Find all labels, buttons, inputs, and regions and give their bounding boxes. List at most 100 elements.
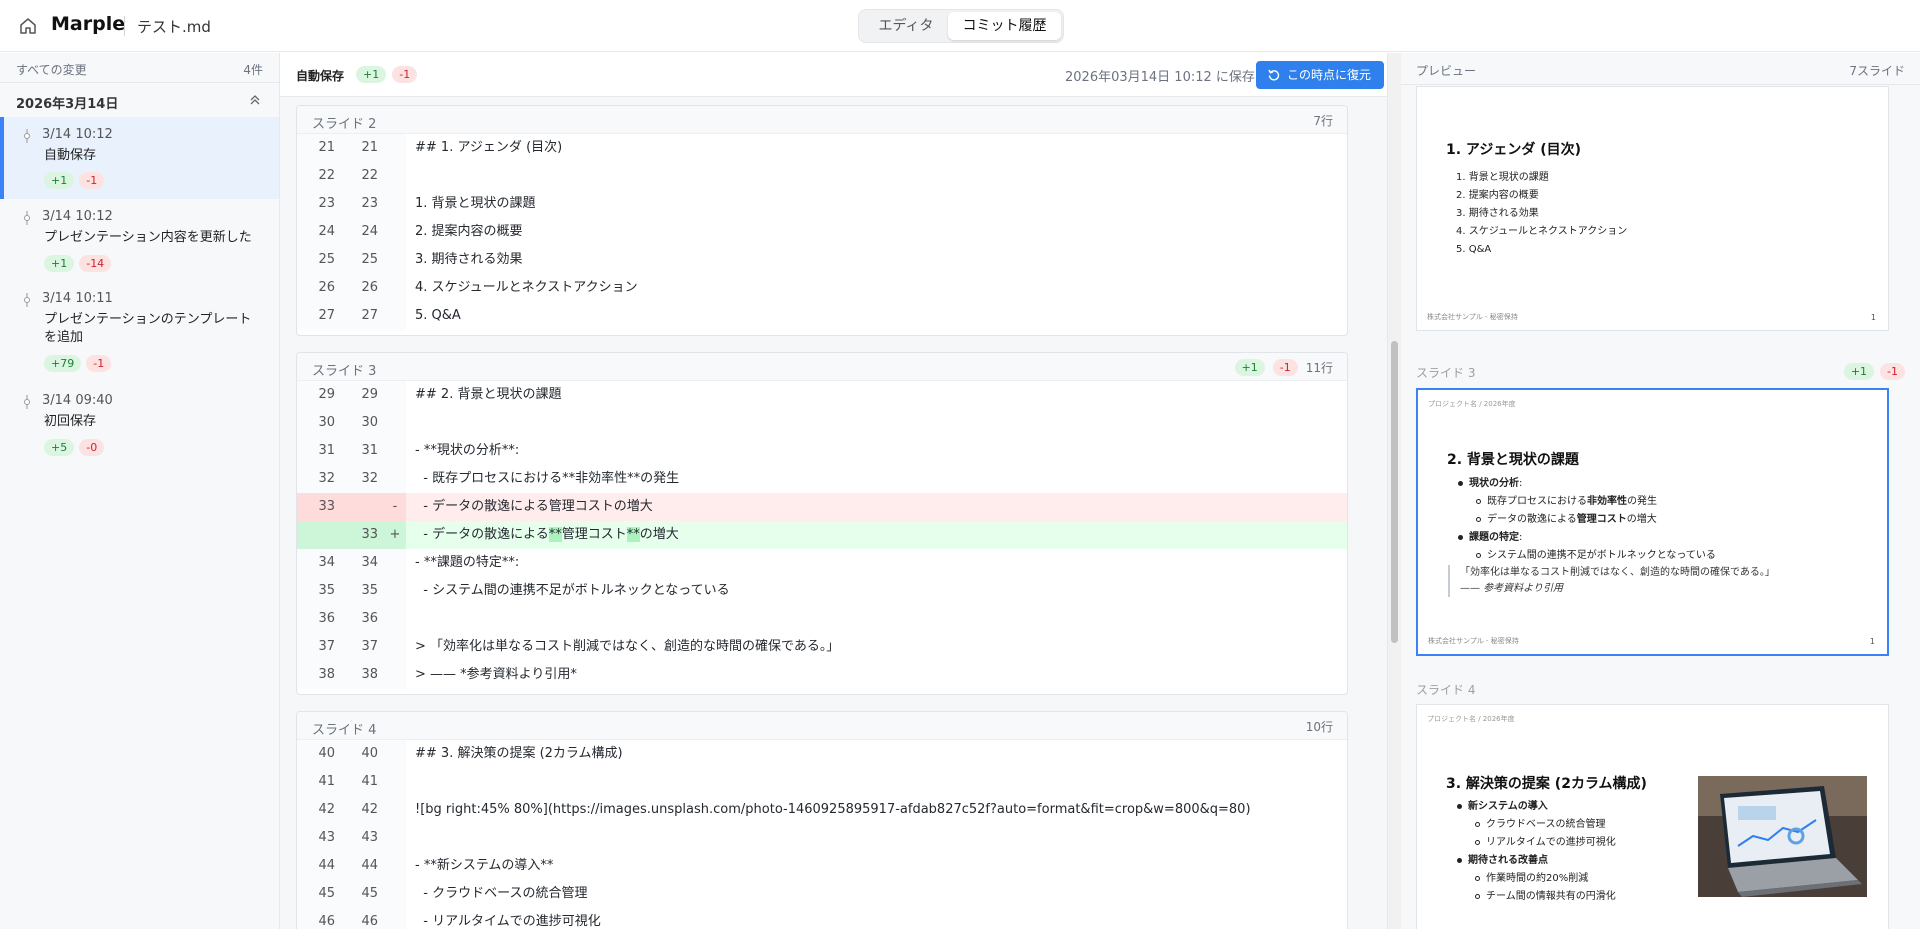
old-line-number: 30 bbox=[318, 415, 335, 430]
slide-list-item: 3. 期待される効果 bbox=[1456, 208, 1539, 219]
old-line-number: 25 bbox=[318, 252, 335, 267]
code-line: ## 2. 背景と現状の課題 bbox=[415, 387, 562, 402]
code-line: > 「効率化は単なるコスト削減ではなく、創造的な時間の確保である。」 bbox=[415, 639, 840, 654]
scrollbar-thumb[interactable] bbox=[1391, 341, 1398, 643]
line-gutter: 33 - bbox=[297, 493, 406, 521]
diff-line: 43 43 bbox=[297, 824, 1347, 852]
slide-count: 7スライド bbox=[1849, 64, 1905, 78]
bullet-circle bbox=[1475, 839, 1480, 845]
slide-bullet: 現状の分析: bbox=[1458, 475, 1716, 493]
slide-label: スライド 3 bbox=[1416, 366, 1476, 380]
commit-item[interactable]: 3/14 09:40 初回保存 +5 -0 bbox=[0, 383, 279, 465]
diff-line-added: 33 + - データの散逸による**管理コスト**の増大 bbox=[297, 521, 1347, 549]
diff-sign: - bbox=[392, 499, 398, 514]
old-line-number: 27 bbox=[318, 308, 335, 323]
diff-line: 37 37 > 「効率化は単なるコスト削減ではなく、創造的な時間の確保である。」 bbox=[297, 633, 1347, 661]
code-line: ## 3. 解決策の提案 (2カラム構成) bbox=[415, 746, 623, 761]
line-gutter: 30 30 bbox=[297, 409, 406, 437]
code-highlight: ** bbox=[626, 527, 640, 542]
bullet-bold: 現状の分析 bbox=[1469, 478, 1519, 489]
hunk-meta: 7行 bbox=[1313, 112, 1333, 129]
new-line-number: 37 bbox=[361, 639, 378, 654]
slide-list: 現状の分析: 既存プロセスにおける非効率性の発生 データの散逸による管理コストの… bbox=[1458, 475, 1716, 565]
date-group-header[interactable]: 2026年3月14日 bbox=[0, 84, 279, 116]
diff-line: 25 25 3. 期待される効果 bbox=[297, 246, 1347, 274]
diff-line: 29 29 ## 2. 背景と現状の課題 bbox=[297, 381, 1347, 409]
diff-line: 44 44 - **新システムの導入** bbox=[297, 852, 1347, 880]
line-gutter: 44 44 bbox=[297, 852, 406, 880]
new-line-number: 23 bbox=[361, 196, 378, 211]
code-highlight: ** bbox=[548, 527, 562, 542]
deletions-badge: -0 bbox=[79, 439, 105, 456]
hunk-meta: +1 -1 11行 bbox=[1234, 359, 1333, 376]
diff-scrollbar[interactable] bbox=[1387, 53, 1401, 929]
slide-sub-bullet: 作業時間の約20%削減 bbox=[1457, 870, 1616, 888]
additions-badge: +1 bbox=[1843, 363, 1875, 380]
slide-list-item: 2. 提案内容の概要 bbox=[1456, 190, 1539, 201]
hunk-line-count: 7行 bbox=[1313, 114, 1333, 128]
line-gutter: 36 36 bbox=[297, 605, 406, 633]
line-gutter: 46 46 bbox=[297, 908, 406, 929]
commit-item[interactable]: 3/14 10:12 プレゼンテーション内容を更新した +1 -14 bbox=[0, 199, 279, 281]
slide-preview-4[interactable]: プロジェクト名 / 2026年度 3. 解決策の提案 (2カラム構成) 新システ… bbox=[1416, 704, 1889, 929]
commit-time: 3/14 09:40 bbox=[42, 393, 113, 408]
line-gutter: 23 23 bbox=[297, 190, 406, 218]
new-line-number: 34 bbox=[361, 555, 378, 570]
commit-item[interactable]: 3/14 10:11 プレゼンテーションのテンプレートを追加 +79 -1 bbox=[0, 281, 279, 381]
code-line: 4. スケジュールとネクストアクション bbox=[415, 280, 638, 295]
code-line: 3. 期待される効果 bbox=[415, 252, 523, 267]
code-line: - データの散逸による**管理コスト**の増大 bbox=[415, 521, 679, 549]
bullet-dot bbox=[1458, 480, 1463, 486]
new-line-number: 26 bbox=[361, 280, 378, 295]
sidebar-header: すべての変更 4件 bbox=[0, 53, 279, 83]
new-line-number: 40 bbox=[361, 746, 378, 761]
new-line-number: 42 bbox=[361, 802, 378, 817]
chevron-up-icon[interactable] bbox=[249, 94, 261, 106]
commit-stats: +1 -14 bbox=[44, 255, 112, 272]
line-gutter: 45 45 bbox=[297, 880, 406, 908]
slide-sub-bullet: リアルタイムでの進捗可視化 bbox=[1457, 834, 1616, 852]
slide-bullet: 課題の特定: bbox=[1458, 529, 1716, 547]
bullet-bold: 非効率性 bbox=[1587, 496, 1627, 507]
line-gutter: 42 42 bbox=[297, 796, 406, 824]
commit-message: プレゼンテーション内容を更新した bbox=[44, 230, 252, 245]
diff-toolbar: 自動保存 +1 -1 2026年03月14日 10:12 に保存 この時点に復元 bbox=[280, 53, 1387, 97]
slide-image bbox=[1698, 776, 1867, 897]
commit-icon bbox=[24, 211, 30, 225]
bullet-text: システム間の連携不足がボトルネックとなっている bbox=[1487, 550, 1716, 561]
commit-message: プレゼンテーションのテンプレートを追加 bbox=[44, 312, 252, 345]
line-gutter: 33 + bbox=[297, 521, 406, 549]
home-icon[interactable] bbox=[18, 16, 38, 36]
old-line-number: 37 bbox=[318, 639, 335, 654]
code-line: - **現状の分析**: bbox=[415, 443, 520, 458]
old-line-number: 32 bbox=[318, 471, 335, 486]
deletions-badge: -14 bbox=[79, 255, 112, 272]
line-gutter: 26 26 bbox=[297, 274, 406, 302]
code-line: 2. 提案内容の概要 bbox=[415, 224, 523, 239]
hunk-header: スライド 2 7行 bbox=[297, 106, 1347, 134]
slide-page-number: 1 bbox=[1869, 637, 1875, 646]
restore-button[interactable]: この時点に復元 bbox=[1256, 61, 1384, 89]
diff-line: 40 40 ## 3. 解決策の提案 (2カラム構成) bbox=[297, 740, 1347, 768]
code-line: ![bg right:45% 80%](https://images.unspl… bbox=[415, 802, 1251, 817]
old-line-number: 33 bbox=[318, 499, 335, 514]
tab-editor[interactable]: エディタ bbox=[862, 12, 950, 40]
slide-sub-bullet: システム間の連携不足がボトルネックとなっている bbox=[1458, 547, 1716, 565]
line-gutter: 37 37 bbox=[297, 633, 406, 661]
commit-time: 3/14 10:11 bbox=[42, 291, 113, 306]
date-group-label: 2026年3月14日 bbox=[16, 97, 119, 112]
restore-label: この時点に復元 bbox=[1287, 68, 1372, 82]
code-line: - リアルタイムでの進捗可視化 bbox=[415, 914, 601, 929]
new-line-number: 25 bbox=[361, 252, 378, 267]
commit-item[interactable]: 3/14 10:12 自動保存 +1 -1 bbox=[0, 117, 279, 199]
slide-preview-3[interactable]: プロジェクト名 / 2026年度 2. 背景と現状の課題 現状の分析: 既存プロ… bbox=[1416, 388, 1889, 656]
file-name: テスト.md bbox=[137, 18, 211, 36]
view-mode-toggle: エディタ コミット履歴 bbox=[858, 9, 1064, 43]
tab-commit-history[interactable]: コミット履歴 bbox=[948, 12, 1061, 40]
slide-preview-2[interactable]: 1. アジェンダ (目次) 1. 背景と現状の課題 2. 提案内容の概要 3. … bbox=[1416, 86, 1889, 331]
bullet-text: : bbox=[1519, 478, 1523, 489]
old-line-number: 46 bbox=[318, 914, 335, 929]
line-gutter: 40 40 bbox=[297, 740, 406, 768]
code-segment: の増大 bbox=[639, 527, 679, 542]
laptop-illustration bbox=[1698, 776, 1867, 897]
